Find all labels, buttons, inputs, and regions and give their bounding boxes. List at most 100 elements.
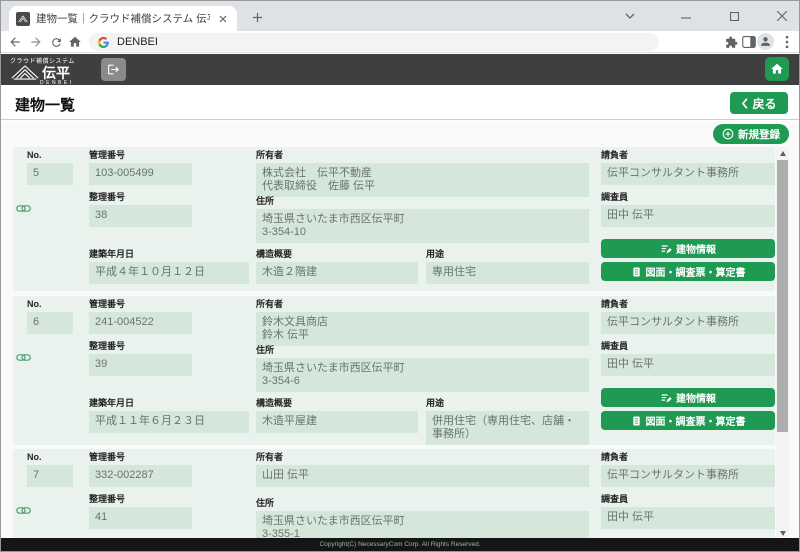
- side-panel-icon[interactable]: [741, 34, 757, 50]
- extensions-puzzle-icon[interactable]: [723, 34, 739, 50]
- seiri-value: 38: [89, 205, 192, 227]
- app-header: クラウド補償システム 伝平 DENBEI: [1, 54, 799, 85]
- no-label: No.: [27, 299, 73, 310]
- usage-label: 用途: [426, 249, 589, 260]
- usage-label: 用途: [426, 398, 589, 409]
- seiri-label: 整理番号: [89, 494, 192, 505]
- chevron-left-icon: [741, 98, 748, 109]
- surveyor-value: 田中 伝平: [601, 205, 775, 227]
- no-value: 7: [27, 465, 73, 487]
- edit-list-icon: [660, 243, 672, 255]
- kanri-label: 管理番号: [89, 452, 192, 463]
- window-maximize-button[interactable]: [725, 8, 743, 24]
- document-icon: [631, 415, 642, 427]
- building-list: No.5 管理番号103-005499 整理番号38 所有者株式会社 伝平不動産…: [13, 147, 775, 539]
- surveyor-label: 調査員: [601, 494, 775, 505]
- owner-label: 所有者: [256, 299, 589, 310]
- contractor-value: 伝平コンサルタント事務所: [601, 312, 775, 334]
- usage-value: 専用住宅: [426, 262, 589, 284]
- address-value: 埼玉県さいたま市西区伝平町 3-354-6: [256, 358, 589, 392]
- building-info-button[interactable]: 建物情報: [601, 239, 775, 258]
- reload-icon[interactable]: [48, 34, 64, 50]
- owner-value: 山田 伝平: [256, 465, 589, 487]
- owner-value: 鈴木文具商店 鈴木 伝平: [256, 312, 589, 346]
- footer: Copyright(C) NecessaryCom Corp. All Righ…: [1, 538, 799, 551]
- tab-title: 建物一覧｜クラウド補償システム 伝平: [36, 11, 210, 26]
- logout-button[interactable]: [101, 58, 126, 81]
- link-icon[interactable]: [16, 502, 31, 511]
- address-label: 住所: [256, 498, 589, 509]
- building-record-row: No. 6 管理番号 241-004522 整理番号 39 所有者鈴木文具商店 鈴木 …: [13, 296, 775, 445]
- building-record-row: No.5 管理番号103-005499 整理番号38 所有者株式会社 伝平不動産…: [13, 147, 775, 291]
- profile-avatar[interactable]: [757, 33, 774, 50]
- new-tab-button[interactable]: [249, 9, 265, 25]
- browser-window: 建物一覧｜クラウド補償システム 伝平: [0, 0, 800, 552]
- address-label: 住所: [256, 345, 589, 356]
- built-value: 平成１１年６月２３日: [89, 411, 249, 433]
- scrollbar[interactable]: [776, 147, 789, 539]
- no-value: 6: [27, 312, 73, 334]
- built-label: 建築年月日: [89, 398, 249, 409]
- drawings-docs-button[interactable]: 図面・調査票・算定書: [601, 262, 775, 281]
- address-value: 埼玉県さいたま市西区伝平町 3-355-1: [256, 511, 589, 539]
- tab-close-icon[interactable]: [216, 12, 230, 26]
- app-logo: クラウド補償システム 伝平 DENBEI: [10, 56, 75, 86]
- new-register-button[interactable]: 新規登録: [713, 124, 789, 144]
- kanri-value: 241-004522: [89, 312, 192, 334]
- seiri-value: 41: [89, 507, 192, 529]
- seiri-label: 整理番号: [89, 341, 192, 352]
- plus-circle-icon: [722, 128, 734, 140]
- no-label: No.: [27, 150, 73, 161]
- surveyor-value: 田中 伝平: [601, 507, 775, 529]
- drawings-docs-button[interactable]: 図面・調査票・算定書: [601, 411, 775, 430]
- structure-label: 構造概要: [256, 398, 418, 409]
- owner-label: 所有者: [256, 452, 589, 463]
- page-title: 建物一覧: [15, 94, 75, 115]
- logo-name-text: 伝平: [42, 66, 70, 80]
- link-icon[interactable]: [16, 349, 31, 358]
- no-label: No.: [27, 452, 73, 463]
- site-favicon-icon: [16, 12, 30, 26]
- link-icon[interactable]: [16, 200, 31, 209]
- app-home-button[interactable]: [765, 57, 789, 81]
- scrollbar-up-icon[interactable]: [776, 147, 789, 159]
- address-bar[interactable]: DENBEI: [89, 33, 659, 51]
- surveyor-label: 調査員: [601, 341, 775, 352]
- tab-search-chevron-icon[interactable]: [621, 8, 639, 24]
- seiri-value: 39: [89, 354, 192, 376]
- window-minimize-button[interactable]: [677, 8, 695, 24]
- menu-dots-icon[interactable]: [779, 34, 795, 50]
- contractor-value: 伝平コンサルタント事務所: [601, 163, 775, 185]
- surveyor-value: 田中 伝平: [601, 354, 775, 376]
- built-label: 建築年月日: [89, 249, 249, 260]
- seiri-label: 整理番号: [89, 192, 192, 203]
- url-text: DENBEI: [117, 36, 158, 48]
- kanri-value: 332-002287: [89, 465, 192, 487]
- owner-label: 所有者: [256, 150, 589, 161]
- contractor-label: 請負者: [601, 150, 775, 161]
- window-close-button[interactable]: [773, 8, 791, 24]
- scrollbar-thumb[interactable]: [777, 160, 788, 432]
- home-icon[interactable]: [67, 34, 83, 50]
- contractor-value: 伝平コンサルタント事務所: [601, 465, 775, 487]
- building-info-button[interactable]: 建物情報: [601, 388, 775, 407]
- tab-strip: 建物一覧｜クラウド補償システム 伝平: [1, 1, 799, 31]
- kanri-label: 管理番号: [89, 299, 192, 310]
- document-icon: [631, 266, 642, 278]
- address-label: 住所: [256, 196, 589, 207]
- contractor-label: 請負者: [601, 452, 775, 463]
- building-record-row: No. 7 管理番号 332-002287 整理番号 41 所有者山田 伝平 住所埼玉…: [13, 449, 775, 539]
- google-g-icon: [98, 37, 109, 48]
- copyright-text: Copyright(C) NecessaryCom Corp. All Righ…: [319, 541, 480, 548]
- edit-list-icon: [660, 392, 672, 404]
- roof-logo-icon: [10, 65, 40, 80]
- forward-arrow-icon[interactable]: [28, 34, 44, 50]
- back-button[interactable]: 戻る: [730, 92, 788, 114]
- kanri-label: 管理番号: [89, 150, 192, 161]
- page-title-band: 建物一覧 戻る: [1, 85, 799, 120]
- browser-tab[interactable]: 建物一覧｜クラウド補償システム 伝平: [9, 6, 237, 31]
- browser-toolbar: DENBEI: [1, 31, 799, 53]
- structure-value: 木造２階建: [256, 262, 418, 284]
- surveyor-label: 調査員: [601, 192, 775, 203]
- back-arrow-icon[interactable]: [7, 34, 23, 50]
